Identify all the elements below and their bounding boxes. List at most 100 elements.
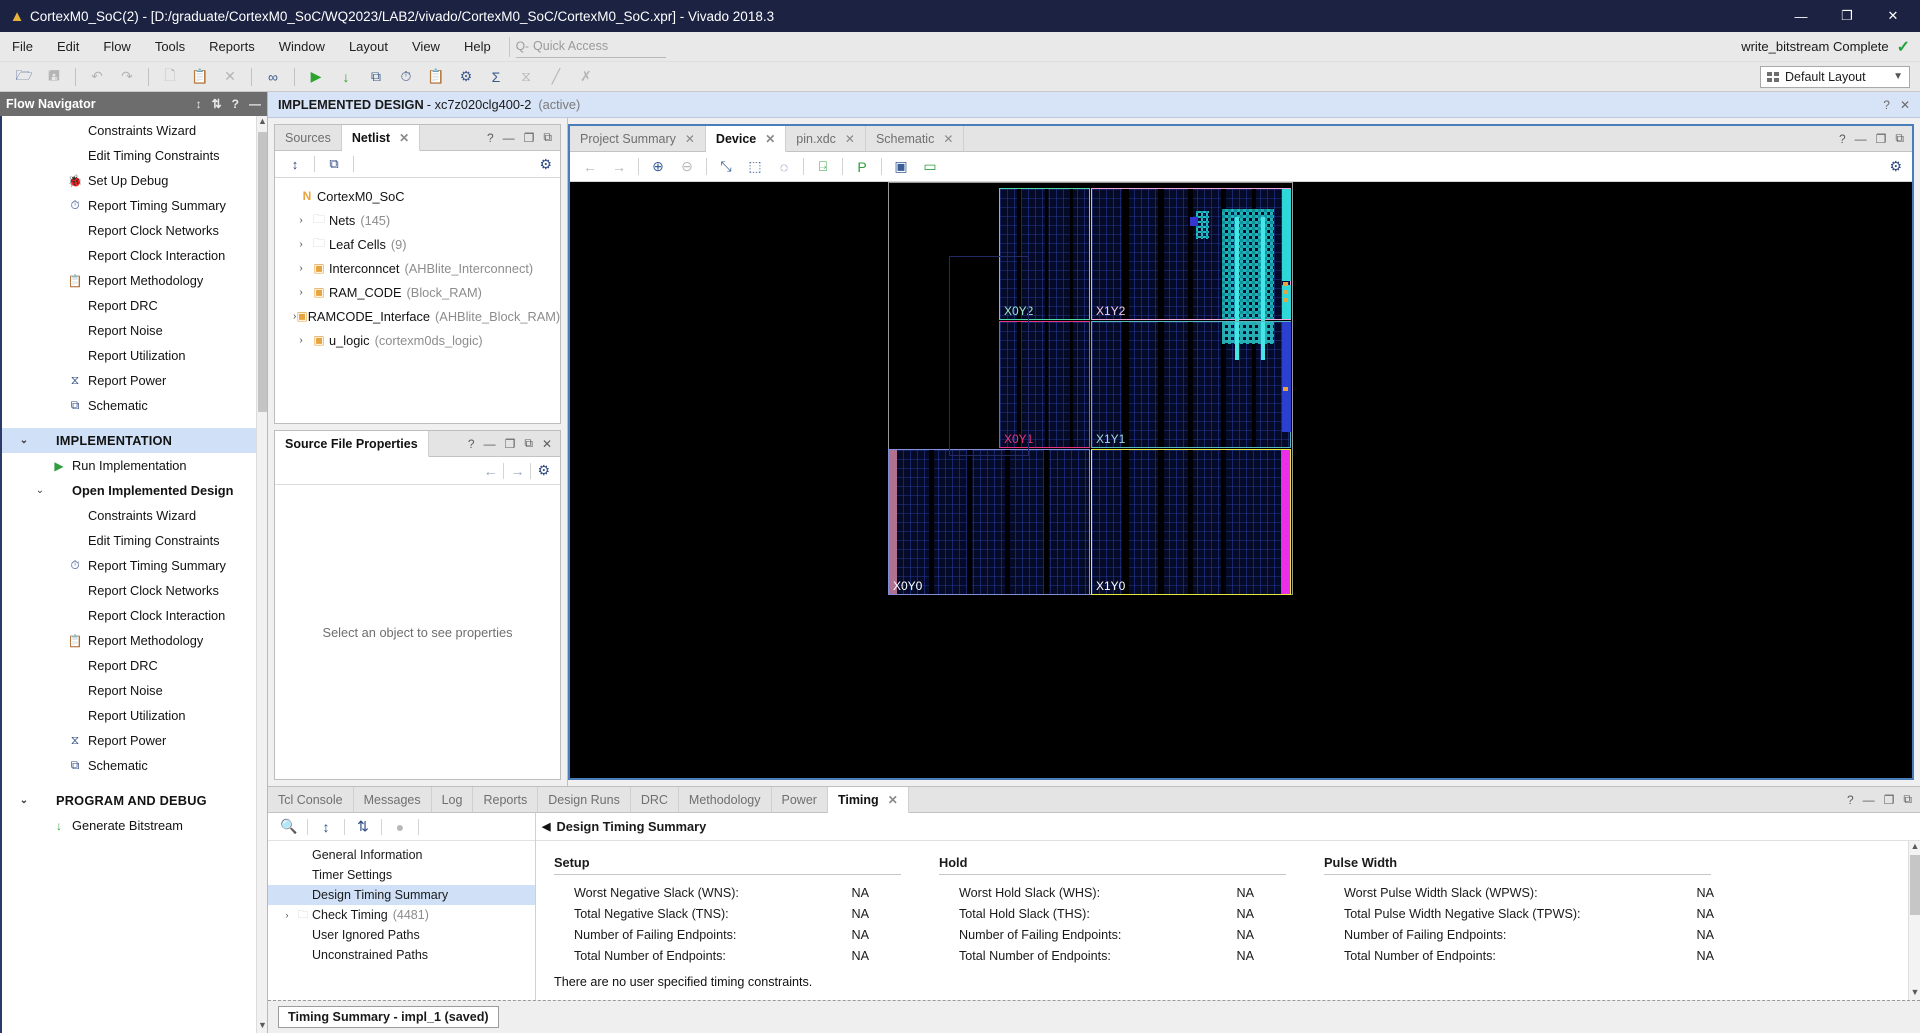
chevron-right-icon[interactable]: ›: [293, 263, 309, 274]
report-utilization-icon[interactable]: Σ: [482, 64, 510, 90]
flow-navigator-item-report-utilization[interactable]: Report Utilization: [2, 343, 267, 368]
flow-navigator-item-open-implemented-design[interactable]: ⌄ Open Implemented Design: [2, 478, 267, 503]
tab-methodology[interactable]: Methodology: [679, 787, 772, 812]
flow-navigator-item-report-power[interactable]: ⧖ Report Power: [2, 368, 267, 393]
zoom-out-icon[interactable]: ⊖: [673, 155, 701, 179]
help-icon[interactable]: ?: [1839, 132, 1846, 146]
netlist-tree-row[interactable]: › ▣ RAM_CODE (Block_RAM): [275, 280, 560, 304]
scroll-up-icon[interactable]: ▲: [257, 116, 267, 129]
window-minimize-button[interactable]: —: [1778, 0, 1824, 32]
menu-tools[interactable]: Tools: [143, 32, 197, 62]
timing-scrollbar[interactable]: ▲ ▼: [1908, 841, 1920, 1000]
minimize-icon[interactable]: —: [249, 97, 261, 111]
search-icon[interactable]: 🔍: [276, 816, 302, 838]
netlist-tree-row[interactable]: › 🗀 Leaf Cells (9): [275, 232, 560, 256]
collapse-all-icon[interactable]: ↕: [196, 97, 202, 111]
timing-tree-item-design-timing-summary[interactable]: Design Timing Summary: [268, 885, 535, 905]
routing-resources-icon[interactable]: ⍈: [809, 155, 837, 179]
highlight-leaf-icon[interactable]: ▣: [887, 155, 915, 179]
expand-icon[interactable]: ⇅: [212, 97, 222, 111]
clock-region-X1Y1[interactable]: X1Y1: [1091, 321, 1291, 448]
flow-navigator-item-report-clock-networks[interactable]: Report Clock Networks: [2, 218, 267, 243]
generate-bitstream-icon[interactable]: ↓: [332, 64, 360, 90]
flow-navigator-item-report-utilization[interactable]: Report Utilization: [2, 703, 267, 728]
tab-timing[interactable]: Timing ✕: [827, 787, 909, 813]
report-power-icon[interactable]: ⧖: [512, 64, 540, 90]
expand-all-icon[interactable]: ⇅: [350, 816, 376, 838]
float-icon[interactable]: ⧉: [524, 436, 533, 451]
timing-tree-item-user-ignored-paths[interactable]: User Ignored Paths: [268, 925, 535, 945]
tab-schematic[interactable]: Schematic ✕: [866, 126, 965, 151]
collapse-all-icon[interactable]: ↕: [313, 816, 339, 838]
scroll-down-icon[interactable]: ▼: [1909, 987, 1920, 1000]
minimize-icon[interactable]: —: [1855, 132, 1867, 146]
flow-navigator-item-report-power[interactable]: ⧖ Report Power: [2, 728, 267, 753]
timing-tree-list[interactable]: General Information Timer Settings Design …: [268, 841, 535, 1000]
design-help-icon[interactable]: ?: [1883, 98, 1890, 112]
clock-region-X1Y0[interactable]: X1Y0: [1091, 449, 1291, 595]
tab-reports[interactable]: Reports: [473, 787, 539, 812]
close-icon[interactable]: ✕: [765, 132, 775, 146]
close-icon[interactable]: ✕: [399, 131, 409, 145]
chevron-down-icon[interactable]: ⌄: [16, 435, 32, 446]
zoom-fit-icon[interactable]: ⤡: [712, 155, 740, 179]
back-arrow-icon[interactable]: ←: [483, 463, 497, 479]
flow-navigator-item-edit-timing-constraints[interactable]: Edit Timing Constraints: [2, 528, 267, 553]
clock-region-X0Y0[interactable]: X0Y0: [888, 449, 1090, 595]
schematic-icon[interactable]: ⧉: [322, 154, 346, 175]
report-timing-icon[interactable]: ⏱: [392, 64, 420, 90]
help-icon[interactable]: ?: [468, 437, 475, 451]
flow-navigator-item-report-clock-interaction[interactable]: Report Clock Interaction: [2, 243, 267, 268]
maximize-icon[interactable]: ❐: [1884, 793, 1895, 807]
maximize-icon[interactable]: ❐: [524, 131, 535, 145]
flow-navigator-item-generate-bitstream[interactable]: ↓ Generate Bitstream: [2, 813, 267, 838]
quick-access-search[interactable]: Q- Quick Access: [515, 36, 666, 58]
flow-navigator-item-report-clock-interaction[interactable]: Report Clock Interaction: [2, 603, 267, 628]
maximize-icon[interactable]: ❐: [505, 437, 516, 451]
scrollbar-thumb[interactable]: [1910, 855, 1920, 915]
copy-icon[interactable]: 🗋: [156, 64, 184, 90]
minimize-icon[interactable]: —: [1863, 793, 1875, 807]
netlist-tree-row[interactable]: › 🗀 Nets (145): [275, 208, 560, 232]
add-pblock-icon[interactable]: P: [848, 155, 876, 179]
maximize-icon[interactable]: ❐: [1876, 132, 1887, 146]
netlist-tree[interactable]: N CortexM0_SoC › 🗀 Nets (145) › 🗀 Leaf Cells (9) ›…: [275, 178, 560, 423]
tab-project-summary[interactable]: Project Summary ✕: [570, 126, 706, 151]
chevron-right-icon[interactable]: ›: [293, 215, 309, 226]
draw-pblock-icon[interactable]: ▭: [916, 155, 944, 179]
forward-arrow-icon[interactable]: →: [510, 463, 524, 479]
report-methodology-icon[interactable]: 📋: [422, 64, 450, 90]
chevron-right-icon[interactable]: ›: [293, 335, 309, 346]
menu-reports[interactable]: Reports: [197, 32, 267, 62]
zoom-in-icon[interactable]: ⊕: [644, 155, 672, 179]
design-close-icon[interactable]: ✕: [1900, 98, 1910, 112]
chevron-down-icon[interactable]: ⌄: [32, 485, 48, 496]
tab-design-runs[interactable]: Design Runs: [538, 787, 631, 812]
tab-device[interactable]: Device ✕: [705, 126, 787, 152]
menu-edit[interactable]: Edit: [45, 32, 91, 62]
tab-pin-xdc[interactable]: pin.xdc ✕: [786, 126, 866, 151]
forward-arrow-icon[interactable]: →: [605, 155, 633, 179]
close-design-icon[interactable]: ✗: [572, 64, 600, 90]
gear-icon[interactable]: ⚙: [537, 462, 550, 479]
help-icon[interactable]: ?: [487, 131, 494, 145]
window-maximize-button[interactable]: ❐: [1824, 0, 1870, 32]
menu-flow[interactable]: Flow: [91, 32, 142, 62]
device-canvas[interactable]: X0Y2 X1Y2 X0Y1 X1Y1 X0Y0 X1Y0: [570, 182, 1912, 778]
gear-icon[interactable]: ⚙: [539, 156, 552, 173]
scrollbar-thumb[interactable]: [258, 132, 267, 412]
run-icon[interactable]: ▶: [302, 64, 330, 90]
netlist-tree-row[interactable]: › ▣ u_logic (cortexm0ds_logic): [275, 328, 560, 352]
flow-navigator-item-edit-timing-constraints[interactable]: Edit Timing Constraints: [2, 143, 267, 168]
close-icon[interactable]: ✕: [845, 132, 855, 146]
tab-tcl-console[interactable]: Tcl Console: [268, 787, 354, 812]
zoom-area-icon[interactable]: ⬚: [741, 155, 769, 179]
paste-icon[interactable]: 📋: [186, 64, 214, 90]
flow-navigator-item-set-up-debug[interactable]: 🐞 Set Up Debug: [2, 168, 267, 193]
tab-source-file-properties[interactable]: Source File Properties: [275, 431, 429, 457]
schematic-icon[interactable]: ⧉: [362, 64, 390, 90]
flow-navigator-item-run-implementation[interactable]: ▶ Run Implementation: [2, 453, 267, 478]
minimize-icon[interactable]: —: [484, 437, 496, 451]
close-icon[interactable]: ✕: [888, 793, 898, 807]
flow-navigator-item-schematic[interactable]: ⧉ Schematic: [2, 393, 267, 418]
